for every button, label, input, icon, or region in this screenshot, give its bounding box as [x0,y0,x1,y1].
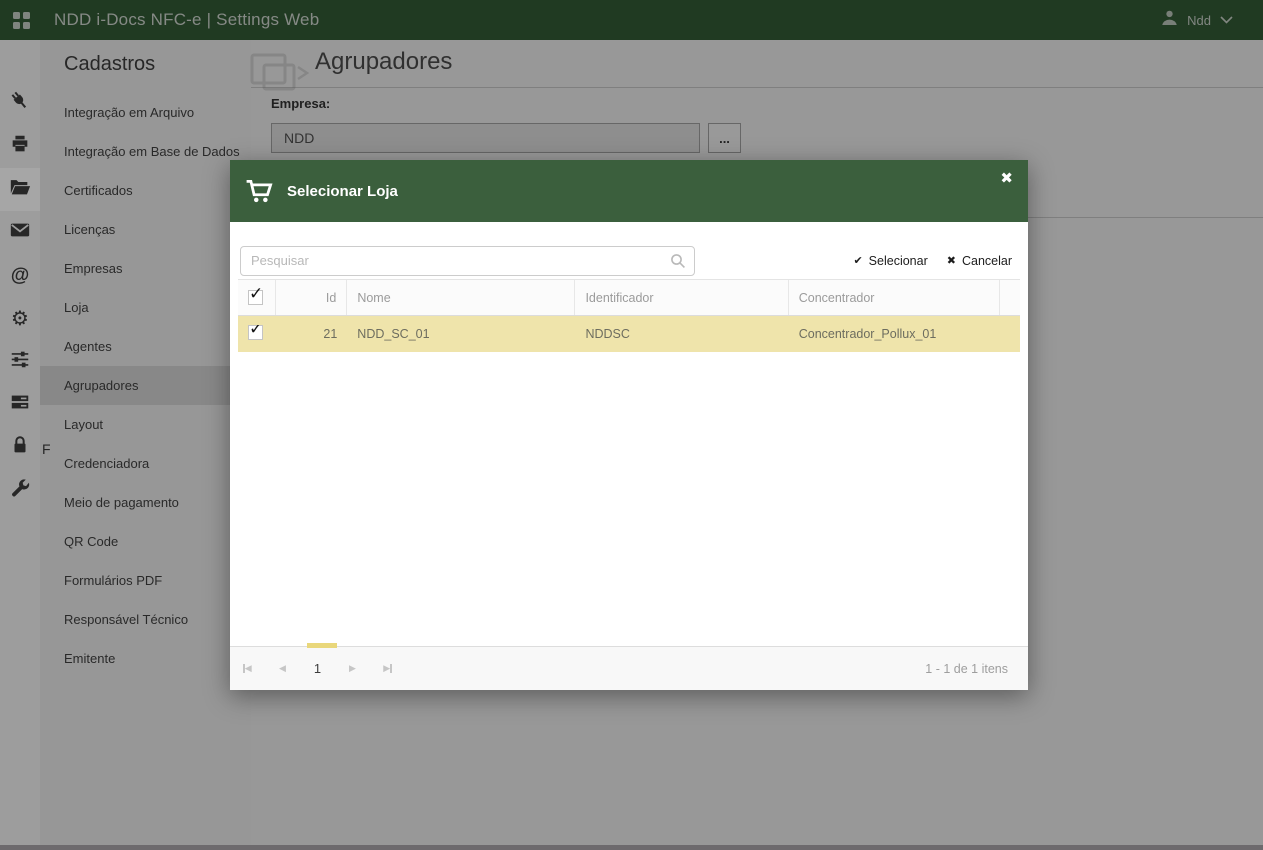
pager-info: 1 - 1 de 1 itens [925,661,1008,676]
page-number-current[interactable]: 1 [300,661,335,676]
dialog-title: Selecionar Loja [287,182,398,200]
row-checkbox[interactable]: ✓ [248,325,263,340]
triangle-left-icon: ◀ [244,663,252,673]
next-page-button[interactable]: ▶ [335,663,370,674]
cart-icon [245,178,275,204]
current-page-indicator [307,643,337,648]
column-header-id[interactable]: Id [276,280,348,315]
column-header-concentrador[interactable]: Concentrador [789,280,1000,315]
check-icon: ✔ [853,255,863,267]
search-icon [670,253,686,274]
pager: ◀ ◀ 1 ▶ ▶ 1 - 1 de 1 itens [230,643,1028,690]
first-page-button[interactable]: ◀ [230,663,265,674]
triangle-left-icon: ◀ [279,663,286,673]
cancel-button[interactable]: ✖ Cancelar [947,254,1012,268]
cell-nome: NDD_SC_01 [357,327,430,341]
dialog-body: ✔ Selecionar ✖ Cancelar ✓ Id Nome [230,222,1028,690]
cell-id: 21 [323,327,338,341]
cell-concentrador: Concentrador_Pollux_01 [798,327,937,341]
checkmark-icon: ✓ [249,325,264,338]
select-all-checkbox[interactable]: ✓ [248,284,263,305]
cell-identificador: NDDSC [585,327,630,341]
dialog-toolbar: ✔ Selecionar ✖ Cancelar [230,222,1028,279]
dialog-header: Selecionar Loja ✖ [230,160,1028,222]
select-button[interactable]: ✔ Selecionar [853,254,927,268]
prev-page-button[interactable]: ◀ [265,663,300,674]
x-icon: ✖ [946,255,956,267]
loja-grid: ✓ Id Nome Identificador Concentrador ✓ 2… [238,279,1020,352]
close-icon[interactable]: ✖ [1000,169,1013,187]
column-header-identificador[interactable]: Identificador [575,280,789,315]
grid-header-row: ✓ Id Nome Identificador Concentrador [238,279,1020,316]
table-row[interactable]: ✓ 21 NDD_SC_01 NDDSC Concentrador_Pollux… [238,316,1020,352]
triangle-right-icon: ▶ [383,663,391,673]
app-window: NDD i-Docs NFC-e | Settings Web Ndd @ ⚙ … [0,0,1263,850]
checkmark-icon: ✓ [249,284,264,303]
search-input[interactable] [240,245,695,276]
selecionar-loja-dialog: Selecionar Loja ✖ ✔ Selecionar ✖ [230,160,1028,690]
triangle-right-icon: ▶ [349,663,356,673]
last-page-button[interactable]: ▶ [370,663,405,674]
column-header-nome[interactable]: Nome [347,280,576,315]
